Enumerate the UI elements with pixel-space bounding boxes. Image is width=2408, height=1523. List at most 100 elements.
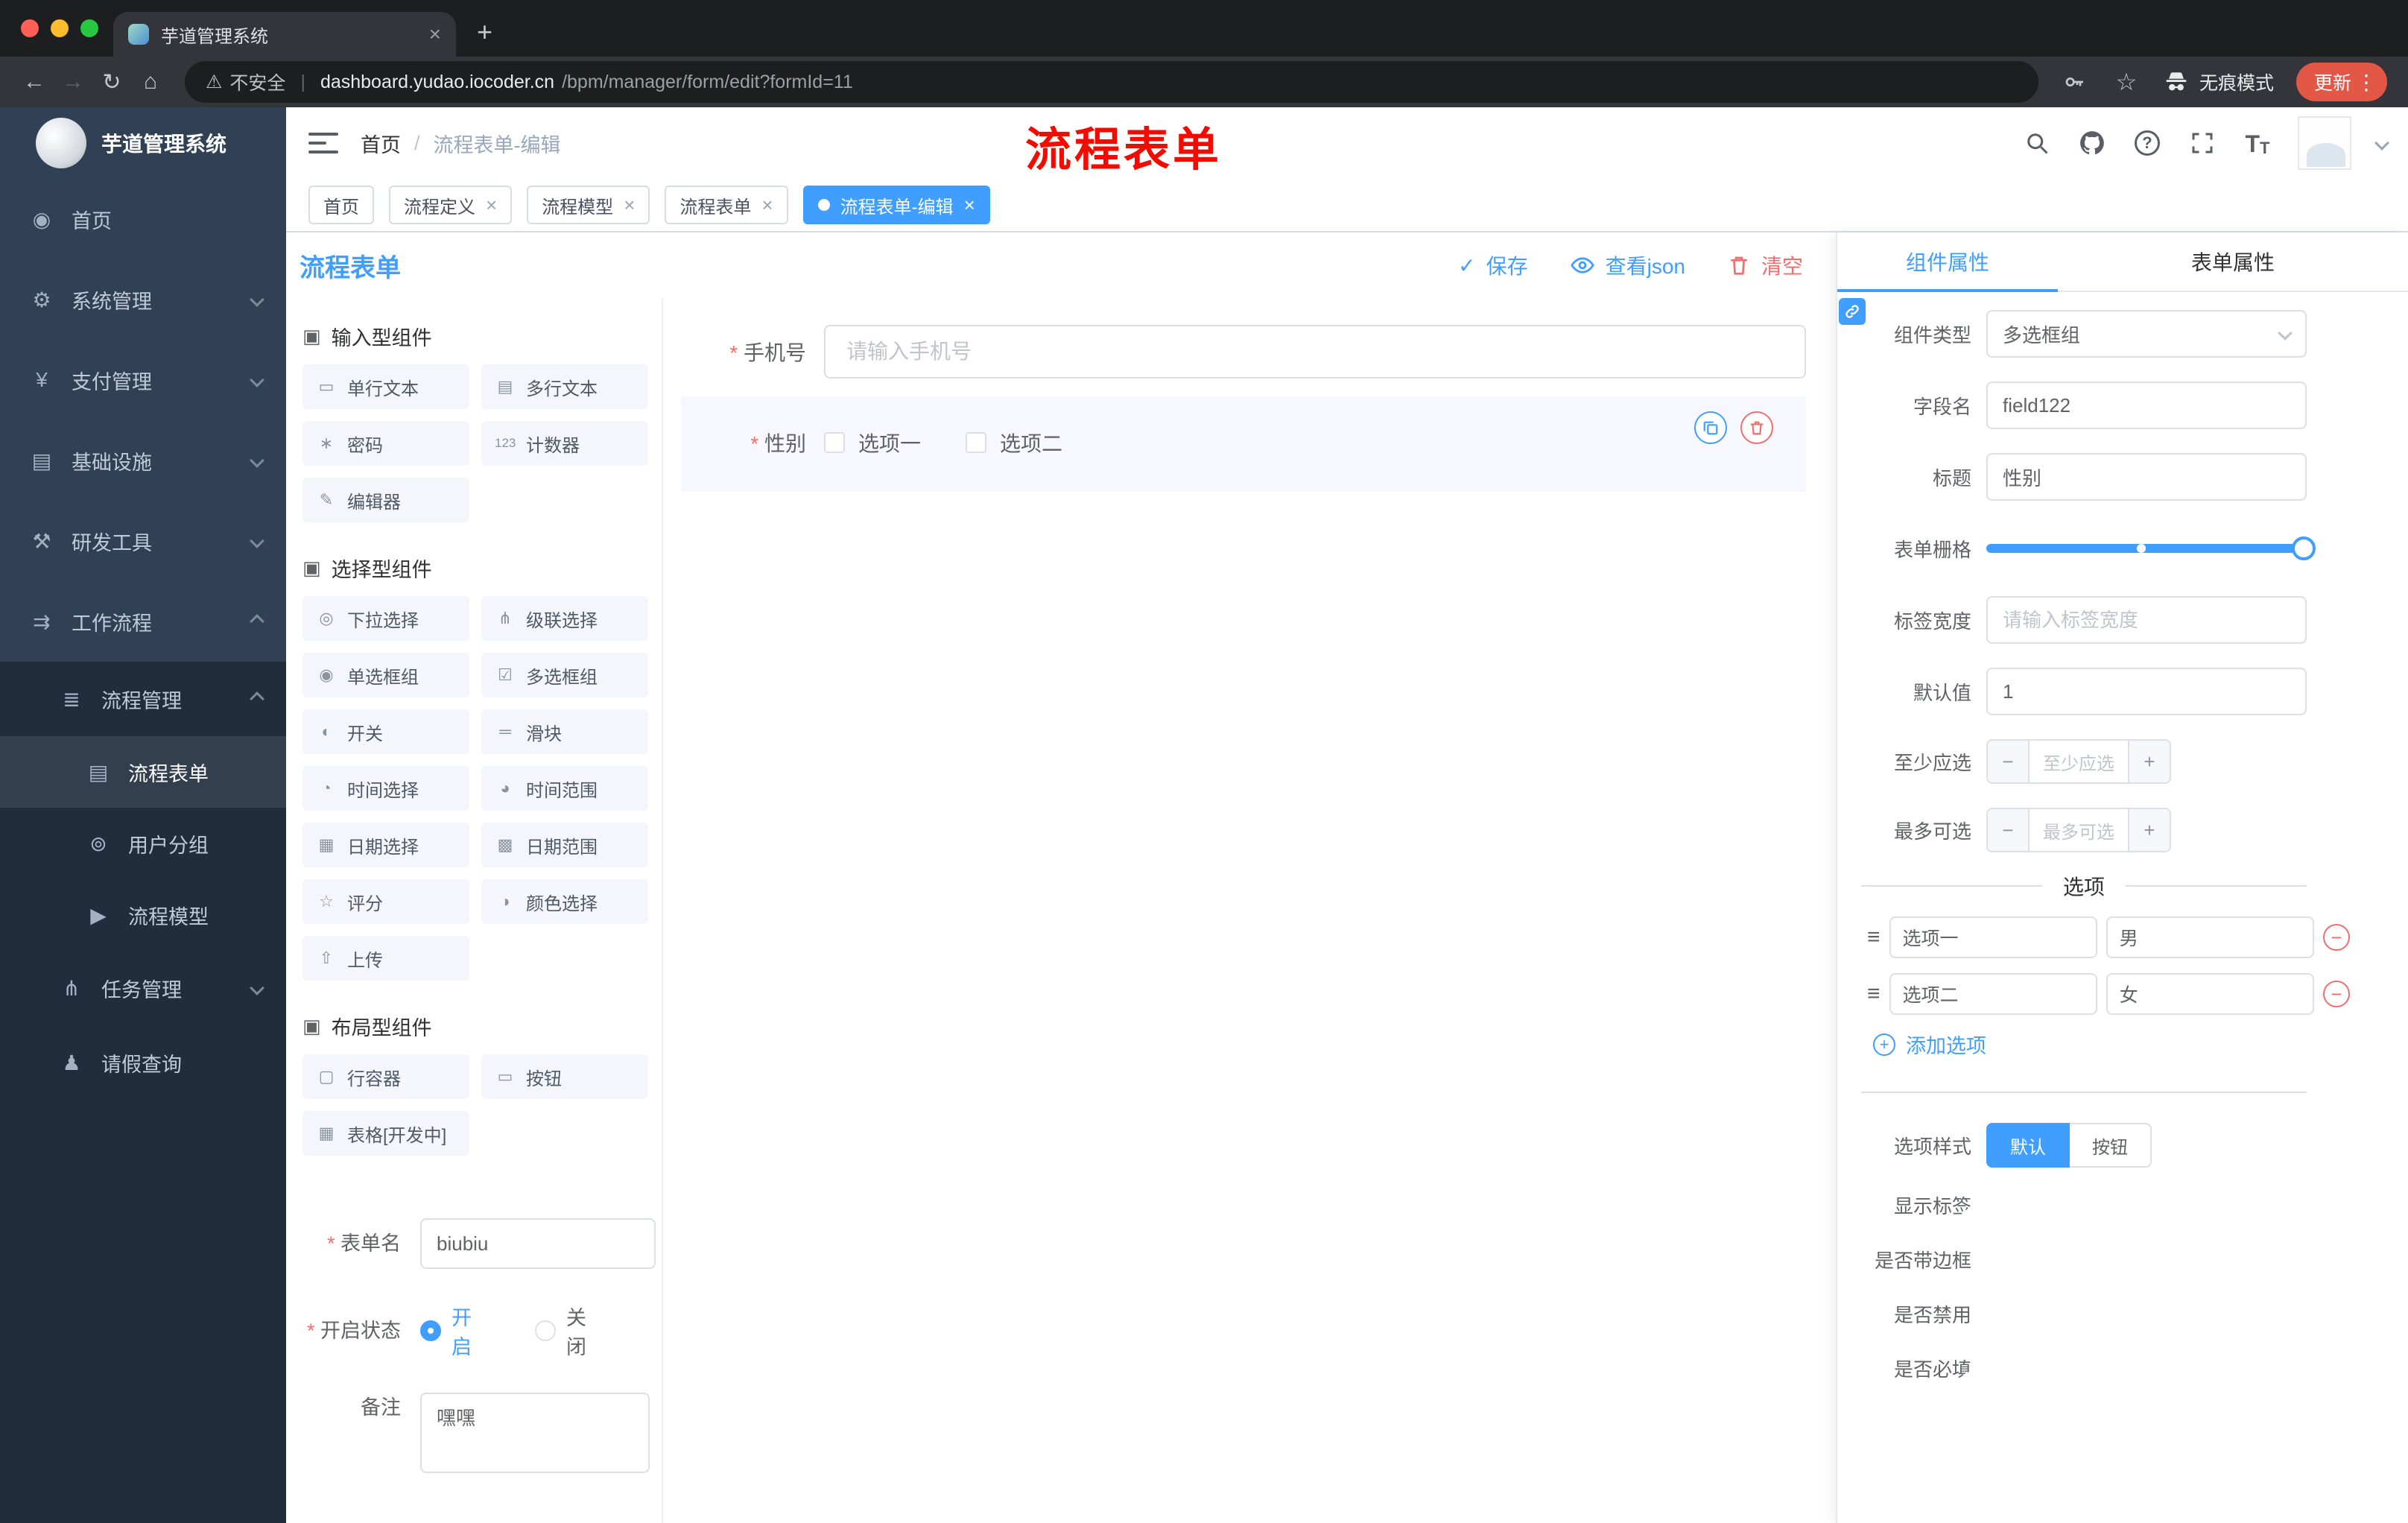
browser-menu-icon[interactable]: ⋮ (2356, 70, 2377, 95)
drag-handle-icon[interactable]: ≡ (1867, 925, 1881, 950)
minimize-window-button[interactable] (51, 19, 69, 37)
palette-item-checkbox-group[interactable]: ☑ 多选框组 (481, 653, 648, 697)
increase-icon[interactable]: + (2128, 809, 2170, 851)
status-on-radio[interactable]: 开启 (420, 1302, 490, 1360)
tag-process-form[interactable]: 流程表单 × (665, 186, 788, 224)
palette-item-color-picker[interactable]: ◑ 颜色选择 (481, 879, 648, 924)
password-key-icon[interactable] (2059, 67, 2089, 97)
increase-icon[interactable]: + (2128, 741, 2170, 782)
option-1-label-input[interactable] (1889, 916, 2097, 958)
tag-process-definition[interactable]: 流程定义 × (389, 186, 513, 224)
add-option-button[interactable]: + 添加选项 (1873, 1030, 2408, 1059)
palette-item-single-line-text[interactable]: ▭ 单行文本 (302, 364, 469, 409)
selected-component-gender[interactable]: 性别 选项一 选项二 (681, 396, 1806, 492)
palette-item-row-container[interactable]: ▢ 行容器 (302, 1054, 469, 1099)
remove-option-icon[interactable]: − (2323, 924, 2351, 951)
browser-tab[interactable]: 芋道管理系统 × (113, 12, 456, 57)
decrease-icon[interactable]: − (1988, 809, 2030, 851)
status-off-radio[interactable]: 关闭 (535, 1302, 605, 1360)
address-bar[interactable]: ⚠ 不安全 | dashboard.yudao.iocoder.cn/bpm/m… (185, 61, 2038, 103)
tag-process-model[interactable]: 流程模型 × (527, 186, 650, 224)
breadcrumb-home[interactable]: 首页 (361, 129, 401, 158)
slider-handle[interactable] (2292, 536, 2316, 560)
sidebar-item-payment[interactable]: ¥ 支付管理 (0, 340, 286, 420)
view-json-button[interactable]: 查看json (1570, 250, 1685, 280)
palette-item-date-picker[interactable]: ▦ 日期选择 (302, 823, 469, 867)
sidebar-item-system[interactable]: ⚙ 系统管理 (0, 259, 286, 340)
style-button-button[interactable]: 按钮 (2070, 1123, 2152, 1168)
palette-item-upload[interactable]: ⇧ 上传 (302, 936, 469, 981)
tag-close-icon[interactable]: × (761, 194, 773, 217)
data-bind-link-icon[interactable] (1839, 298, 1866, 325)
field-name-input[interactable] (1986, 381, 2307, 429)
checkbox-option-1[interactable]: 选项一 (824, 428, 921, 457)
palette-item-dropdown[interactable]: ◎ 下拉选择 (302, 596, 469, 641)
delete-component-button[interactable] (1740, 411, 1773, 444)
tag-close-icon[interactable]: × (964, 194, 975, 217)
sidebar-item-leave-query[interactable]: ♟ 请假查询 (0, 1025, 286, 1100)
phone-field-input[interactable] (824, 325, 1806, 379)
palette-item-table[interactable]: ▦ 表格[开发中] (302, 1111, 469, 1156)
home-button[interactable]: ⌂ (131, 63, 170, 101)
sidebar-item-workflow[interactable]: ⇉ 工作流程 (0, 581, 286, 662)
search-icon[interactable] (2022, 128, 2052, 158)
decrease-icon[interactable]: − (1988, 741, 2030, 782)
user-avatar[interactable] (2298, 116, 2351, 170)
tag-close-icon[interactable]: × (486, 194, 497, 217)
sidebar-item-task-management[interactable]: ⋔ 任务管理 (0, 951, 286, 1025)
tag-process-form-edit[interactable]: 流程表单-编辑 × (802, 186, 990, 224)
component-type-select[interactable] (1986, 310, 2307, 358)
copy-component-button[interactable] (1694, 411, 1727, 444)
palette-item-editor[interactable]: ✎ 编辑器 (302, 478, 469, 522)
clear-button[interactable]: 清空 (1727, 250, 1803, 280)
palette-item-radio-group[interactable]: ◉ 单选框组 (302, 653, 469, 697)
tag-home[interactable]: 首页 (308, 186, 374, 224)
sidebar-item-process-form[interactable]: ▤ 流程表单 (0, 736, 286, 808)
form-name-input[interactable] (420, 1218, 656, 1269)
new-tab-button[interactable]: + (477, 16, 492, 48)
update-browser-button[interactable]: 更新 ⋮ (2295, 63, 2387, 101)
style-default-button[interactable]: 默认 (1986, 1123, 2070, 1168)
grid-slider[interactable] (1986, 525, 2316, 572)
sidebar-item-home[interactable]: ◉ 首页 (0, 179, 286, 259)
sidebar-item-process-management[interactable]: ≣ 流程管理 (0, 662, 286, 736)
user-caret-down-icon[interactable] (2374, 136, 2389, 151)
palette-item-rate[interactable]: ☆ 评分 (302, 879, 469, 924)
slider-track[interactable] (1986, 544, 2307, 553)
back-button[interactable]: ← (15, 63, 54, 101)
bookmark-star-icon[interactable]: ☆ (2111, 67, 2141, 97)
sidebar-item-user-group[interactable]: ⊚ 用户分组 (0, 808, 286, 879)
sidebar-item-infra[interactable]: ▤ 基础设施 (0, 420, 286, 501)
reload-button[interactable]: ↻ (92, 63, 131, 101)
option-2-value-input[interactable] (2106, 973, 2315, 1015)
min-select-value[interactable]: 至少应选 (2030, 741, 2128, 782)
forward-button[interactable]: → (54, 63, 92, 101)
github-icon[interactable] (2077, 128, 2107, 158)
checkbox-option-2[interactable]: 选项二 (966, 428, 1062, 457)
palette-item-date-range[interactable]: ▩ 日期范围 (481, 823, 648, 867)
sidebar-item-devtools[interactable]: ⚒ 研发工具 (0, 501, 286, 581)
option-1-value-input[interactable] (2106, 916, 2315, 958)
tab-component-props[interactable]: 组件属性 (1837, 232, 2058, 292)
label-width-input[interactable] (1986, 596, 2307, 644)
palette-item-slider[interactable]: ═ 滑块 (481, 709, 648, 754)
close-window-button[interactable] (21, 19, 39, 37)
remove-option-icon[interactable]: − (2323, 981, 2351, 1007)
option-2-label-input[interactable] (1889, 973, 2097, 1015)
font-size-icon[interactable]: TT (2243, 128, 2272, 158)
palette-item-time-picker[interactable]: ◔ 时间选择 (302, 766, 469, 811)
component-type-value[interactable] (1986, 310, 2307, 358)
palette-item-password[interactable]: ∗ 密码 (302, 421, 469, 466)
form-remark-textarea[interactable]: 嘿嘿 (420, 1393, 650, 1473)
palette-item-counter[interactable]: 123 计数器 (481, 421, 648, 466)
save-button[interactable]: ✓ 保存 (1458, 250, 1527, 280)
sidebar-toggle-icon[interactable] (286, 107, 361, 179)
sidebar-item-process-model[interactable]: ▶ 流程模型 (0, 879, 286, 951)
tab-close-icon[interactable]: × (429, 22, 441, 46)
checkbox-box[interactable] (824, 432, 845, 453)
tab-form-props[interactable]: 表单属性 (2058, 232, 2408, 291)
maximize-window-button[interactable] (80, 19, 98, 37)
default-value-input[interactable] (1986, 668, 2307, 715)
palette-item-time-range[interactable]: ◕ 时间范围 (481, 766, 648, 811)
drag-handle-icon[interactable]: ≡ (1867, 981, 1881, 1007)
